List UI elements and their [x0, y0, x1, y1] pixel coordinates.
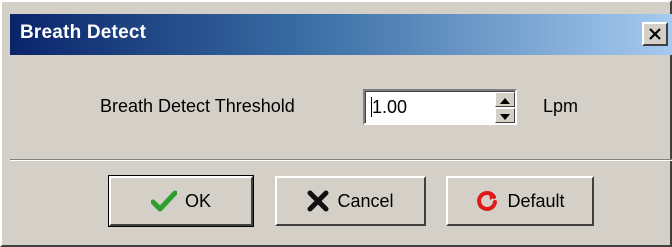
refresh-icon: [475, 189, 499, 213]
x-mark-icon: [307, 190, 329, 212]
spin-up-button[interactable]: [495, 92, 515, 107]
spin-buttons: [495, 92, 515, 123]
threshold-input[interactable]: 1.00: [372, 97, 407, 118]
unit-label: Lpm: [543, 96, 579, 116]
threshold-label: Breath Detect Threshold: [100, 96, 295, 116]
title-bar[interactable]: Breath Detect: [10, 14, 672, 55]
threshold-spinner[interactable]: 1.00: [363, 89, 517, 125]
checkmark-icon: [150, 190, 177, 212]
close-icon: [649, 28, 661, 40]
spin-down-button[interactable]: [495, 108, 515, 123]
dialog-title: Breath Detect: [20, 22, 147, 43]
separator: [10, 159, 672, 161]
default-button[interactable]: Default: [446, 176, 594, 226]
ok-label: OK: [184, 190, 211, 211]
close-button[interactable]: [642, 22, 668, 46]
cancel-button[interactable]: Cancel: [275, 176, 426, 226]
ok-button[interactable]: OK: [108, 175, 254, 227]
default-label: Default: [507, 190, 565, 211]
arrow-down-icon: [500, 107, 510, 125]
breath-detect-dialog: Breath Detect Breath Detect Threshold 1.…: [0, 0, 672, 247]
cancel-label: Cancel: [337, 190, 394, 211]
